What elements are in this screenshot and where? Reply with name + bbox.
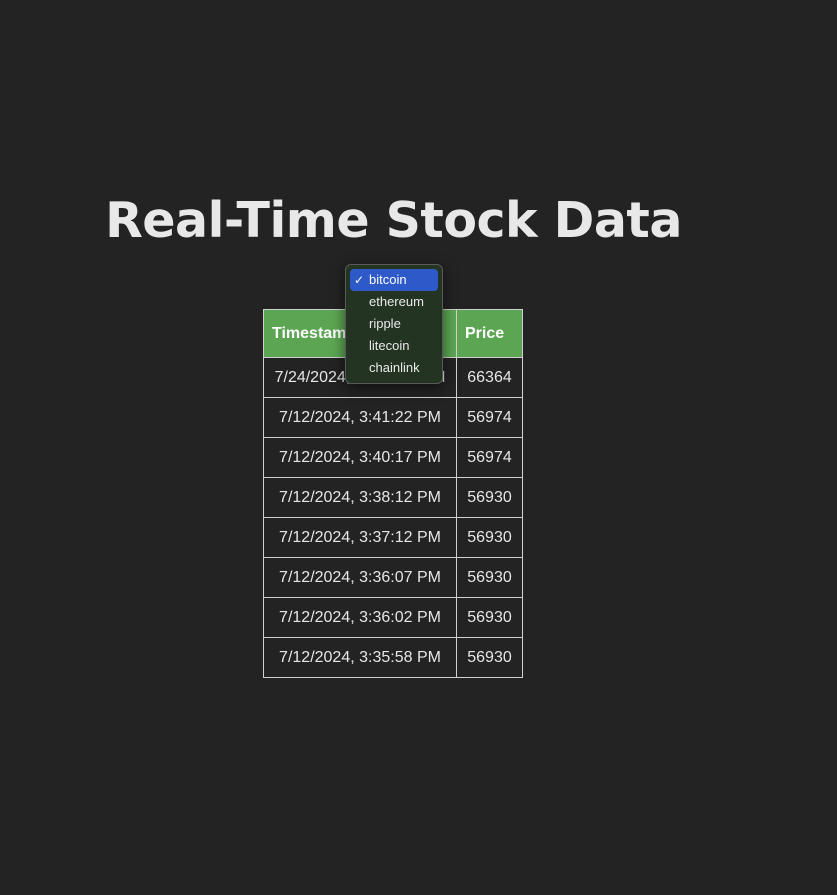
option-label: ethereum (369, 294, 424, 309)
timestamp-cell: 7/12/2024, 3:40:17 PM (263, 437, 457, 478)
price-cell: 56930 (456, 637, 523, 678)
option-label: bitcoin (369, 272, 407, 287)
dropdown-option-chainlink[interactable]: chainlink (350, 357, 438, 379)
price-cell: 56930 (456, 557, 523, 598)
timestamp-cell: 7/12/2024, 3:36:07 PM (263, 557, 457, 598)
option-label: litecoin (369, 338, 410, 353)
option-label: chainlink (369, 360, 420, 375)
timestamp-cell: 7/12/2024, 3:38:12 PM (263, 477, 457, 518)
timestamp-cell: 7/12/2024, 3:41:22 PM (263, 397, 457, 438)
coin-select-dropdown[interactable]: ✓ bitcoin ethereum ripple litecoin chain… (345, 264, 443, 384)
dropdown-option-ethereum[interactable]: ethereum (350, 291, 438, 313)
price-cell: 56930 (456, 517, 523, 558)
timestamp-cell: 7/12/2024, 3:36:02 PM (263, 597, 457, 638)
price-cell: 56974 (456, 437, 523, 478)
table-row: 7/12/2024, 3:37:12 PM 56930 (263, 517, 523, 558)
price-cell: 56930 (456, 597, 523, 638)
dropdown-option-bitcoin[interactable]: ✓ bitcoin (350, 269, 438, 291)
dropdown-option-ripple[interactable]: ripple (350, 313, 438, 335)
price-cell: 56930 (456, 477, 523, 518)
price-cell: 66364 (456, 357, 523, 398)
table-row: 7/12/2024, 3:38:12 PM 56930 (263, 477, 523, 518)
timestamp-cell: 7/12/2024, 3:37:12 PM (263, 517, 457, 558)
column-header-price: Price (456, 309, 523, 358)
table-row: 7/12/2024, 3:36:07 PM 56930 (263, 557, 523, 598)
table-row: 7/12/2024, 3:40:17 PM 56974 (263, 437, 523, 478)
table-row: 7/12/2024, 3:36:02 PM 56930 (263, 597, 523, 638)
price-cell: 56974 (456, 397, 523, 438)
page-title: Real-Time Stock Data (105, 192, 682, 249)
timestamp-cell: 7/12/2024, 3:35:58 PM (263, 637, 457, 678)
dropdown-option-litecoin[interactable]: litecoin (350, 335, 438, 357)
table-row: 7/12/2024, 3:41:22 PM 56974 (263, 397, 523, 438)
checkmark-icon: ✓ (354, 273, 365, 287)
table-row: 7/12/2024, 3:35:58 PM 56930 (263, 637, 523, 678)
option-label: ripple (369, 316, 401, 331)
